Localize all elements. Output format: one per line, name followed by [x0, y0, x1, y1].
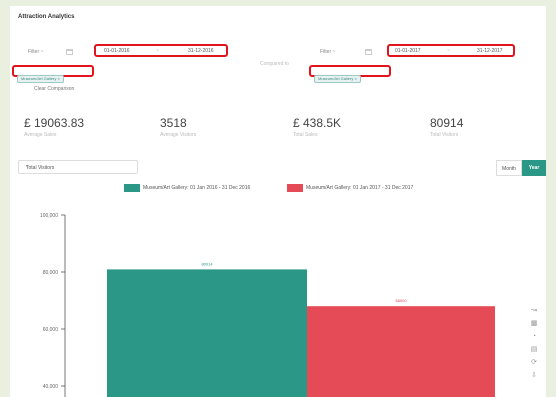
tag-chip-right: Museum/Art Gallery × — [314, 75, 361, 83]
bar-data-label-a: 80914 — [201, 261, 213, 266]
bar-series-a — [107, 269, 307, 397]
stat-average-visitors-label: Average Visitors — [160, 132, 197, 138]
line-chart-icon[interactable]: ↝ — [529, 306, 539, 316]
bar-chart: 100,000 80,000 60,000 40,000 80914 68000 — [40, 213, 495, 397]
month-button[interactable]: Month — [496, 160, 522, 176]
stat-total-visitors-label: Total Visitors — [430, 132, 459, 138]
date-from-right[interactable]: 01-01-2017 — [395, 48, 421, 54]
tag-text-right: Museum/Art Gallery — [318, 76, 354, 81]
bar-data-label-b: 68000 — [395, 298, 407, 303]
y-tick-label: 60,000 — [43, 327, 59, 333]
stat-total-sales-value: £ 438.5K — [293, 116, 342, 130]
date-range-right[interactable]: 01-01-2017 ~ 31-12-2017 — [387, 44, 515, 57]
year-button[interactable]: Year — [522, 160, 546, 176]
stat-average-visitors-value: 3518 — [160, 116, 187, 130]
calendar-icon-right[interactable] — [365, 49, 372, 55]
stat-average-sales-value: £ 19063.83 — [24, 116, 85, 130]
y-tick-label: 100,000 — [40, 213, 58, 219]
filter-label-left[interactable]: Filter ~ — [28, 49, 43, 55]
stat-average-sales-label: Average Sales — [24, 132, 57, 138]
stat-total-sales-label: Total Sales — [293, 132, 318, 138]
page-title: Attraction Analytics — [18, 14, 75, 20]
pie-chart-icon[interactable]: ◔ — [529, 332, 539, 342]
legend-swatch-series-b[interactable] — [287, 184, 303, 192]
metric-select[interactable]: Total Visitors ▾ — [18, 160, 138, 174]
tag-field-left[interactable]: Museum/Art Gallery × — [12, 65, 94, 83]
tag-chip-left: Museum/Art Gallery × — [17, 75, 64, 83]
date-range-left[interactable]: 01-01-2016 ~ 31-12-2016 — [94, 44, 228, 57]
compared-to-label: Compared to — [260, 61, 289, 67]
data-view-icon[interactable]: ▤ — [529, 345, 539, 355]
chart-toolbox: ↝ ▩ ◔ ▤ ⟳ ⇩ — [529, 306, 541, 384]
date-to-right[interactable]: 31-12-2017 — [477, 48, 503, 54]
tag-remove-icon-left[interactable]: × — [57, 76, 59, 81]
restore-icon[interactable]: ⟳ — [529, 358, 539, 368]
date-separator-right: ~ — [447, 48, 450, 54]
calendar-icon-left[interactable] — [66, 49, 73, 55]
date-from-left[interactable]: 01-01-2016 — [104, 48, 130, 54]
legend-swatch-series-a[interactable] — [124, 184, 140, 192]
filter-label-right[interactable]: Filter ~ — [320, 49, 335, 55]
date-separator-left: ~ — [156, 48, 159, 54]
tag-remove-icon-right[interactable]: × — [354, 76, 356, 81]
tag-field-right[interactable]: Museum/Art Gallery × — [309, 65, 391, 83]
analytics-card: Attraction Analytics Filter ~ 01-01-2016… — [10, 6, 546, 397]
stat-total-visitors-value: 80914 — [430, 116, 464, 130]
tag-text-left: Museum/Art Gallery — [21, 76, 57, 81]
clear-comparison-link[interactable]: Clear Comparison — [34, 86, 74, 92]
date-to-left[interactable]: 31-12-2016 — [188, 48, 214, 54]
y-tick-label: 40,000 — [43, 384, 59, 390]
save-image-icon[interactable]: ⇩ — [529, 371, 539, 381]
y-tick-label: 80,000 — [43, 270, 59, 276]
bar-chart-icon[interactable]: ▩ — [529, 319, 539, 329]
legend-label-series-a[interactable]: Museum/Art Gallery: 01 Jan 2016 - 31 Dec… — [143, 185, 250, 191]
legend-label-series-b[interactable]: Museum/Art Gallery: 01 Jan 2017 - 31 Dec… — [306, 185, 413, 191]
bar-series-b — [307, 306, 495, 397]
chevron-down-icon: ▾ — [26, 164, 29, 170]
